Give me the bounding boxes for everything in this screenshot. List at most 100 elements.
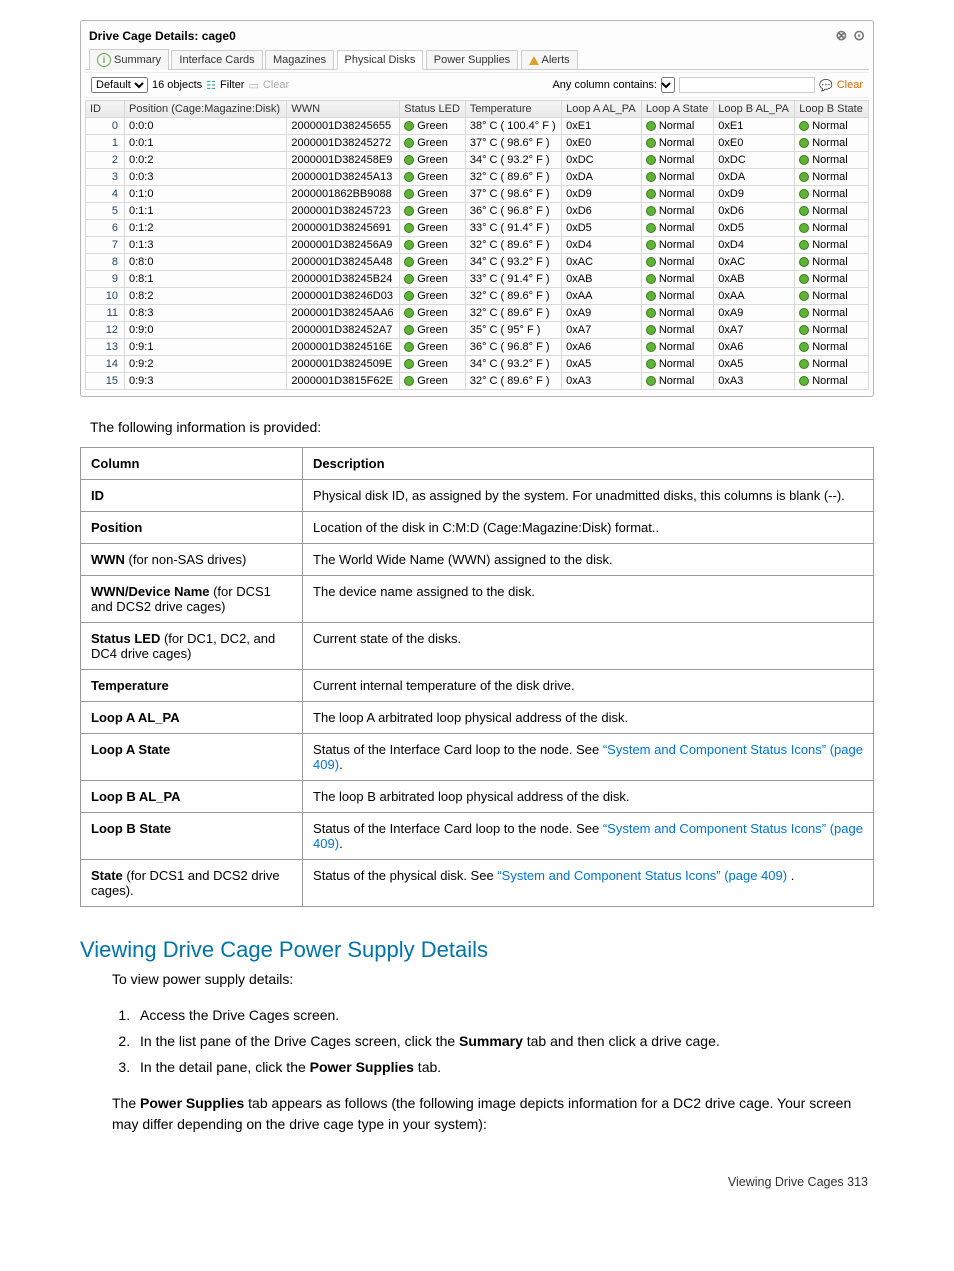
table-cell: 4 <box>86 186 125 203</box>
table-cell: Normal <box>795 203 869 220</box>
table-row[interactable]: 150:9:32000001D3815F62EGreen32° C ( 89.6… <box>86 373 869 390</box>
table-row[interactable]: 20:0:22000001D382458E9Green34° C ( 93.2°… <box>86 152 869 169</box>
table-cell: 0:1:1 <box>125 203 287 220</box>
status-normal-icon <box>646 359 656 369</box>
status-normal-icon <box>646 240 656 250</box>
table-cell: 0xD5 <box>714 220 795 237</box>
filter-label[interactable]: Filter <box>220 79 244 91</box>
table-cell: Normal <box>795 339 869 356</box>
led-green-icon <box>404 342 414 352</box>
status-normal-icon <box>799 206 809 216</box>
tab-physical-disks[interactable]: Physical Disks <box>337 50 424 70</box>
table-row[interactable]: 00:0:02000001D38245655Green38° C ( 100.4… <box>86 118 869 135</box>
grid-header[interactable]: Temperature <box>465 101 561 118</box>
status-normal-icon <box>646 138 656 148</box>
table-cell: 0xA9 <box>714 305 795 322</box>
table-cell: 0xAC <box>562 254 642 271</box>
led-green-icon <box>404 189 414 199</box>
desc-row: WWN/Device Name (for DCS1 and DCS2 drive… <box>81 576 874 623</box>
collapse-down-icon[interactable]: ⊙ <box>853 27 865 44</box>
grid-header[interactable]: Loop B AL_PA <box>714 101 795 118</box>
table-cell: Normal <box>641 237 713 254</box>
table-row[interactable]: 30:0:32000001D38245A13Green32° C ( 89.6°… <box>86 169 869 186</box>
section-intro: To view power supply details: <box>112 969 874 990</box>
table-row[interactable]: 140:9:22000001D3824509EGreen34° C ( 93.2… <box>86 356 869 373</box>
grid-header[interactable]: Loop B State <box>795 101 869 118</box>
table-row[interactable]: 10:0:12000001D38245272Green37° C ( 98.6°… <box>86 135 869 152</box>
table-row[interactable]: 70:1:32000001D382456A9Green32° C ( 89.6°… <box>86 237 869 254</box>
table-cell: Green <box>400 118 466 135</box>
led-green-icon <box>404 138 414 148</box>
tab-alerts[interactable]: Alerts <box>521 50 578 69</box>
led-green-icon <box>404 274 414 284</box>
desc-column: Temperature <box>81 670 303 702</box>
table-cell: 0:8:0 <box>125 254 287 271</box>
step-item: In the detail pane, click the Power Supp… <box>134 1056 874 1080</box>
table-row[interactable]: 60:1:22000001D38245691Green33° C ( 91.4°… <box>86 220 869 237</box>
filter-icon[interactable]: ☷ <box>206 79 216 92</box>
desc-description: The device name assigned to the disk. <box>303 576 874 623</box>
table-cell: 32° C ( 89.6° F ) <box>465 237 561 254</box>
filter-input[interactable] <box>679 77 815 93</box>
desc-description: Physical disk ID, as assigned by the sys… <box>303 480 874 512</box>
table-row[interactable]: 50:1:12000001D38245723Green36° C ( 96.8°… <box>86 203 869 220</box>
led-green-icon <box>404 206 414 216</box>
collapse-up-icon[interactable]: ⊗ <box>836 27 848 44</box>
table-cell: 37° C ( 98.6° F ) <box>465 186 561 203</box>
status-normal-icon <box>646 342 656 352</box>
table-cell: Normal <box>641 288 713 305</box>
table-cell: 2000001D38246D03 <box>287 288 400 305</box>
table-row[interactable]: 80:8:02000001D38245A48Green34° C ( 93.2°… <box>86 254 869 271</box>
table-cell: 33° C ( 91.4° F ) <box>465 271 561 288</box>
tab-bar: iSummary Interface Cards Magazines Physi… <box>85 46 869 70</box>
table-cell: 10 <box>86 288 125 305</box>
tab-power-supplies[interactable]: Power Supplies <box>426 50 518 69</box>
table-cell: Normal <box>795 237 869 254</box>
speech-icon[interactable]: 💬 <box>819 79 833 92</box>
status-normal-icon <box>646 308 656 318</box>
table-cell: 0xAC <box>714 254 795 271</box>
table-cell: 34° C ( 93.2° F ) <box>465 152 561 169</box>
led-green-icon <box>404 308 414 318</box>
status-normal-icon <box>646 172 656 182</box>
tab-magazines[interactable]: Magazines <box>265 50 334 69</box>
window-controls: ⊗ ⊙ <box>836 27 865 44</box>
table-cell: Normal <box>641 203 713 220</box>
table-row[interactable]: 120:9:02000001D382452A7Green35° C ( 95° … <box>86 322 869 339</box>
table-row[interactable]: 90:8:12000001D38245B24Green33° C ( 91.4°… <box>86 271 869 288</box>
grid-header[interactable]: Position (Cage:Magazine:Disk) <box>125 101 287 118</box>
table-cell: 2000001D382458E9 <box>287 152 400 169</box>
any-column-select[interactable] <box>661 77 675 93</box>
table-cell: 0xD4 <box>714 237 795 254</box>
status-normal-icon <box>799 138 809 148</box>
table-row[interactable]: 40:1:02000001862BB9088Green37° C ( 98.6°… <box>86 186 869 203</box>
table-row[interactable]: 110:8:32000001D38245AA6Green32° C ( 89.6… <box>86 305 869 322</box>
table-cell: 2000001862BB9088 <box>287 186 400 203</box>
filter-default-select[interactable]: Default <box>91 77 148 93</box>
desc-row: PositionLocation of the disk in C:M:D (C… <box>81 512 874 544</box>
eraser-icon: ▭ <box>248 79 258 92</box>
table-cell: 3 <box>86 169 125 186</box>
table-cell: 34° C ( 93.2° F ) <box>465 254 561 271</box>
grid-header[interactable]: WWN <box>287 101 400 118</box>
panel-titlebar: Drive Cage Details: cage0 ⊗ ⊙ <box>81 21 873 46</box>
grid-header[interactable]: Status LED <box>400 101 466 118</box>
panel-title-text: Drive Cage Details: cage0 <box>89 29 836 43</box>
grid-header[interactable]: Loop A State <box>641 101 713 118</box>
status-normal-icon <box>799 223 809 233</box>
grid-header[interactable]: ID <box>86 101 125 118</box>
table-cell: Normal <box>795 288 869 305</box>
tab-interface-cards[interactable]: Interface Cards <box>171 50 262 69</box>
grid-header[interactable]: Loop A AL_PA <box>562 101 642 118</box>
status-normal-icon <box>799 121 809 131</box>
table-cell: Green <box>400 271 466 288</box>
tab-summary[interactable]: iSummary <box>89 49 169 70</box>
clear-right[interactable]: Clear <box>837 79 863 91</box>
table-cell: 0:1:2 <box>125 220 287 237</box>
table-row[interactable]: 130:9:12000001D3824516EGreen36° C ( 96.8… <box>86 339 869 356</box>
table-cell: 0xE0 <box>714 135 795 152</box>
desc-column: Loop B State <box>81 813 303 860</box>
table-cell: 2000001D3815F62E <box>287 373 400 390</box>
table-cell: 0xE1 <box>562 118 642 135</box>
table-row[interactable]: 100:8:22000001D38246D03Green32° C ( 89.6… <box>86 288 869 305</box>
